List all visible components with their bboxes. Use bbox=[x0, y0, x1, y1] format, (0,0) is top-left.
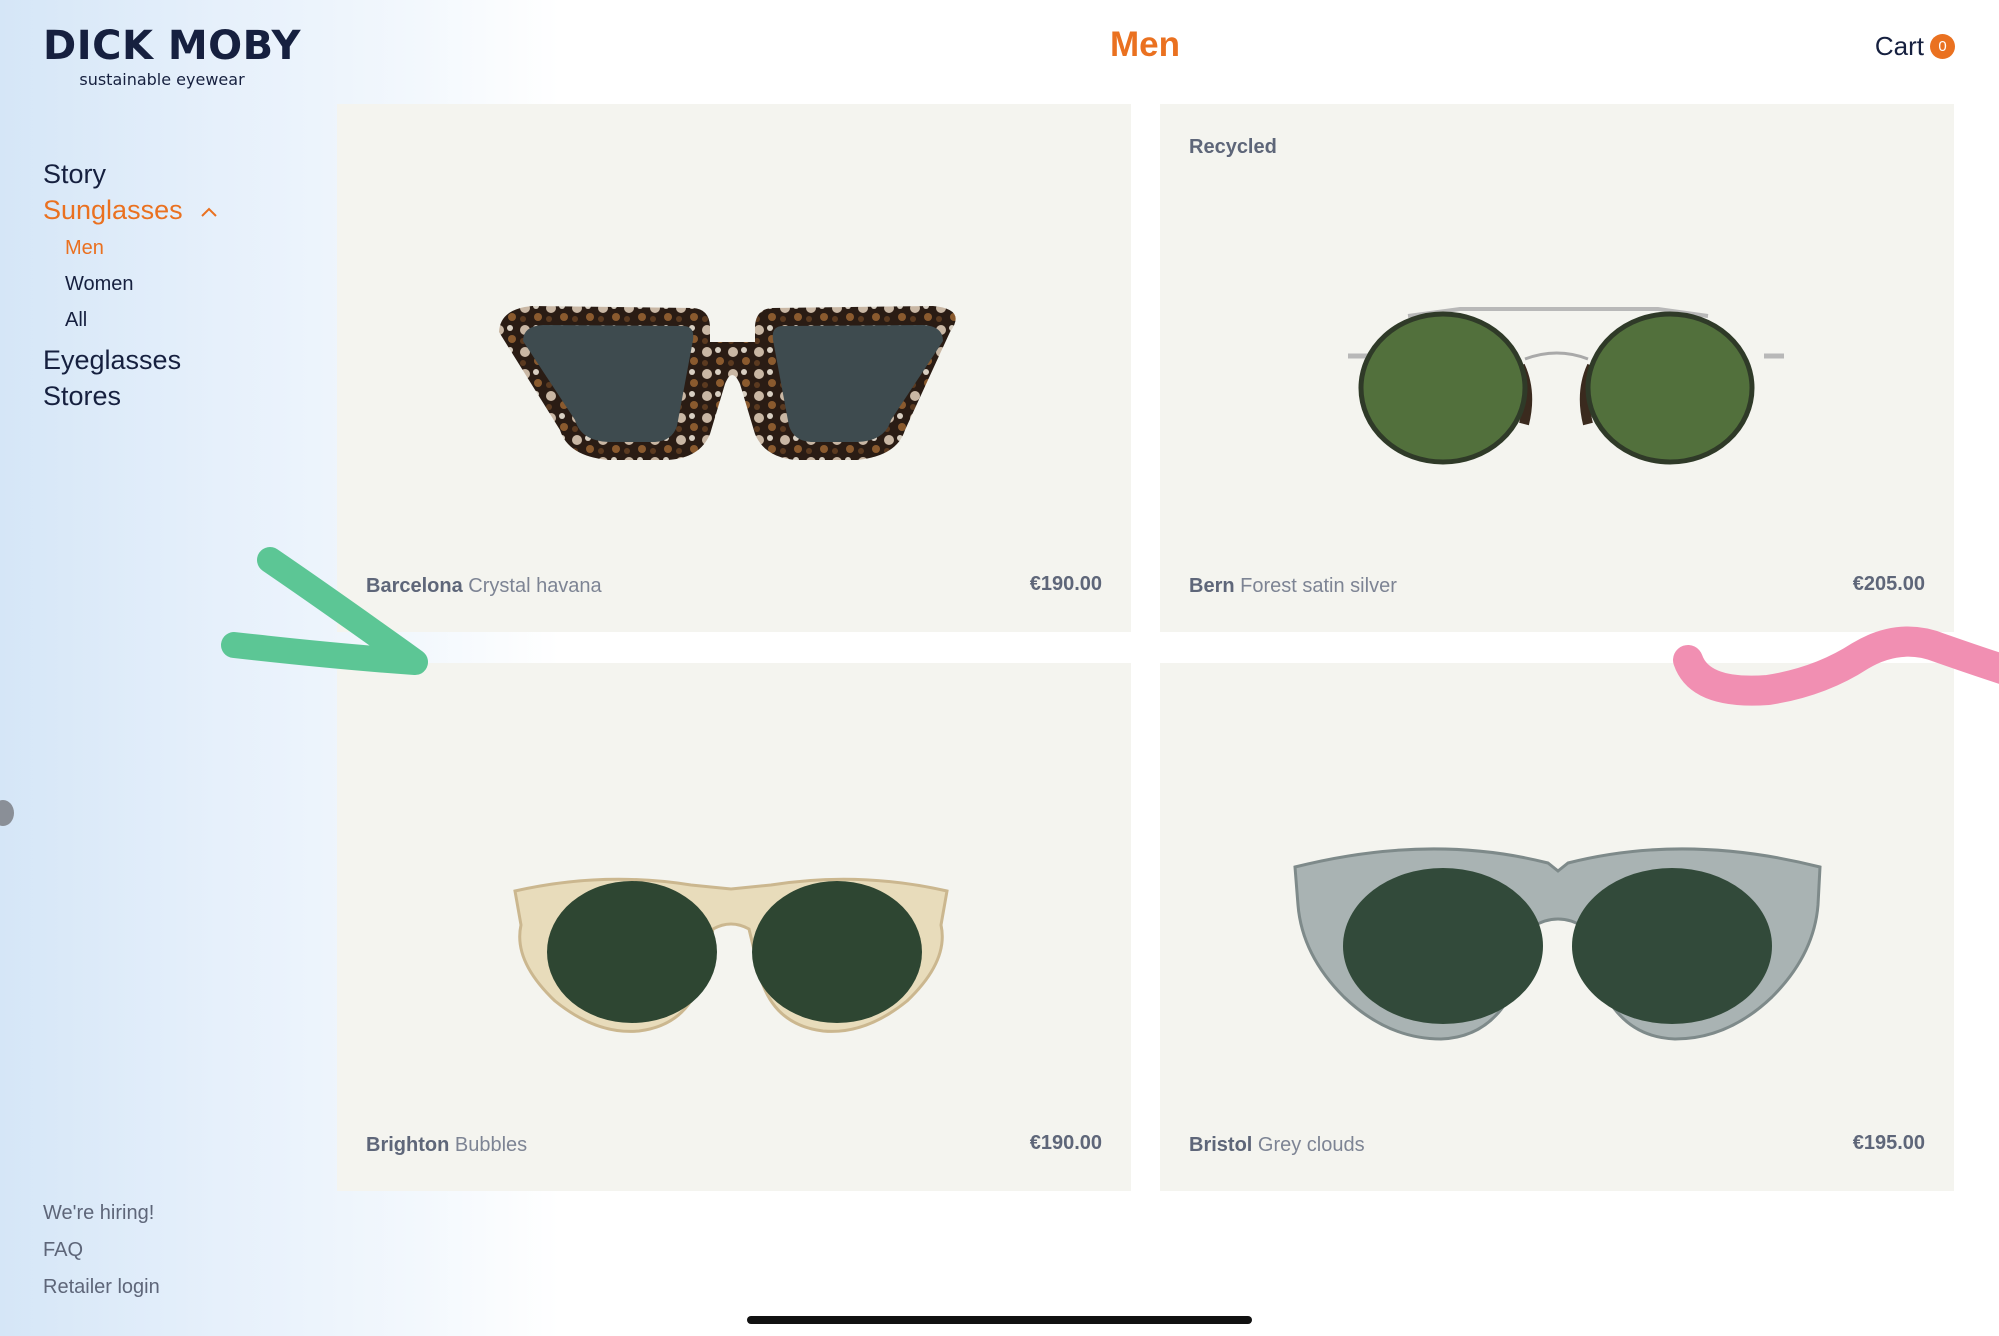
product-colorway: Bubbles bbox=[454, 1134, 528, 1156]
page-title: Men bbox=[1110, 25, 1180, 64]
nav-sunglasses[interactable]: Sunglasses bbox=[43, 192, 218, 228]
cart-label: Cart bbox=[1874, 31, 1924, 61]
chevron-up-icon[interactable] bbox=[200, 206, 218, 218]
nav-sub-all[interactable]: All bbox=[65, 302, 218, 338]
product-card-barcelona[interactable]: Barcelona Crystal havana €190.00 bbox=[337, 104, 1131, 632]
cart-count-badge: 0 bbox=[1930, 33, 1955, 59]
product-model: Bern bbox=[1189, 575, 1235, 597]
product-name: Bristol Grey clouds bbox=[1189, 1134, 1365, 1157]
product-model: Bristol bbox=[1189, 1134, 1253, 1156]
product-colorway: Grey clouds bbox=[1257, 1134, 1365, 1156]
scroll-handle[interactable] bbox=[0, 800, 14, 826]
sunglasses-barcelona-image bbox=[499, 306, 956, 460]
hiring-link[interactable]: We're hiring! bbox=[43, 1195, 160, 1232]
nav-story[interactable]: Story bbox=[43, 156, 218, 192]
product-card-bern[interactable]: Recycled Bern Forest satin silver €205.0… bbox=[1160, 104, 1954, 632]
nav-stores[interactable]: Stores bbox=[43, 378, 218, 414]
product-model: Barcelona bbox=[366, 575, 463, 597]
product-price: €205.00 bbox=[1852, 573, 1925, 595]
brand-logo[interactable]: DICK MOBY sustainable eyewear bbox=[43, 23, 301, 89]
nav-sub-women[interactable]: Women bbox=[65, 266, 218, 302]
page: DICK MOBY sustainable eyewear Story Sung… bbox=[0, 0, 1999, 1336]
product-card-brighton[interactable]: Brighton Bubbles €190.00 bbox=[337, 663, 1131, 1191]
product-model: Brighton bbox=[366, 1134, 450, 1156]
cart-button[interactable]: Cart 0 bbox=[1875, 28, 1955, 64]
faq-link[interactable]: FAQ bbox=[43, 1232, 160, 1269]
product-price: €190.00 bbox=[1029, 573, 1102, 595]
product-colorway: Forest satin silver bbox=[1240, 575, 1397, 597]
sunglasses-bristol-image bbox=[1293, 847, 1822, 1041]
nav-sub-men[interactable]: Men bbox=[65, 230, 218, 266]
brand-tagline: sustainable eyewear bbox=[79, 70, 245, 89]
sunglasses-brighton-image bbox=[513, 877, 949, 1033]
product-name: Brighton Bubbles bbox=[366, 1134, 527, 1157]
product-name: Bern Forest satin silver bbox=[1189, 575, 1397, 598]
nav-sunglasses-label: Sunglasses bbox=[43, 195, 183, 225]
sunglasses-bern-image bbox=[1348, 307, 1784, 465]
home-indicator[interactable] bbox=[747, 1316, 1252, 1324]
product-colorway: Crystal havana bbox=[468, 575, 602, 597]
product-name: Barcelona Crystal havana bbox=[366, 575, 602, 598]
sunglasses-submenu: Men Women All bbox=[43, 230, 218, 338]
product-price: €195.00 bbox=[1852, 1132, 1925, 1154]
footer-links: We're hiring! FAQ Retailer login bbox=[43, 1195, 160, 1306]
brand-name: DICK MOBY bbox=[43, 23, 301, 69]
nav-eyeglasses[interactable]: Eyeglasses bbox=[43, 342, 218, 378]
retailer-login-link[interactable]: Retailer login bbox=[43, 1269, 160, 1306]
product-price: €190.00 bbox=[1029, 1132, 1102, 1154]
sidebar-nav: Story Sunglasses Men Women All Eyeglasse… bbox=[43, 156, 218, 414]
product-card-bristol[interactable]: Bristol Grey clouds €195.00 bbox=[1160, 663, 1954, 1191]
